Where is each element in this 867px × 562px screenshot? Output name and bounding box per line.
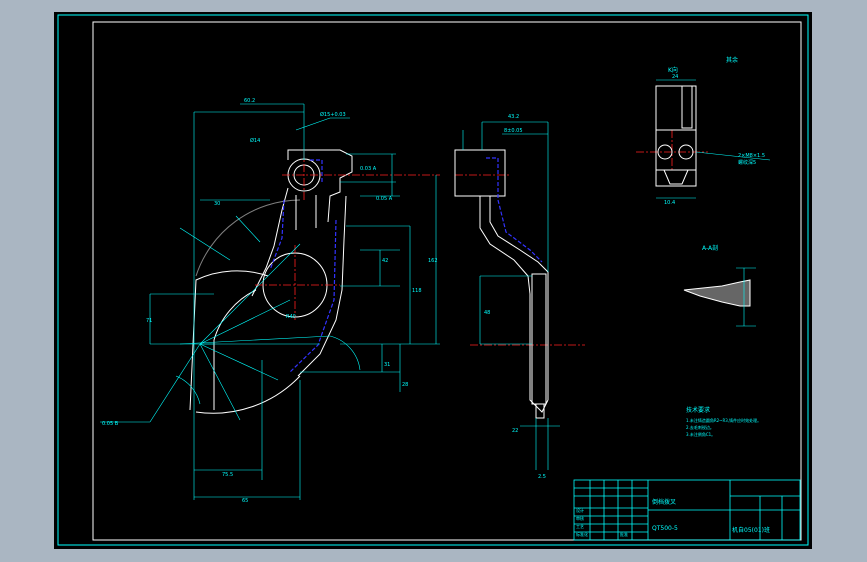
k-view-stem: [681, 85, 693, 129]
fork-lower-arc: [195, 375, 301, 414]
dim-30: 30: [214, 201, 220, 207]
dim-k-24: 24: [672, 74, 678, 80]
drawing-sheet: 倒档拨叉 QT500-5 机自05(01)班 设计 审核 工艺 标准化 批准 技…: [54, 12, 812, 549]
dim-side-2: 8±0.05: [504, 128, 523, 134]
dim-phi14: Ø14: [250, 137, 260, 144]
role-design: 设计: [576, 507, 584, 513]
fork-upper-arc: [195, 199, 301, 277]
dim-75-5: 75.5: [222, 472, 233, 478]
drawing-number: 机自05(01)班: [732, 526, 770, 534]
k-view-label: K向: [668, 66, 678, 74]
tech-requirements-heading: 技术要求: [686, 406, 710, 414]
role-standard: 标准化: [576, 531, 588, 537]
dim-162: 162: [428, 258, 438, 264]
dim-71: 71: [146, 318, 152, 324]
dimension-lines: [100, 103, 440, 500]
tol-pos: 0.05 A: [376, 196, 393, 202]
dim-side-22: 22: [512, 428, 518, 434]
dim-k-width: 10.4: [664, 200, 675, 206]
dim-k-note2: 螺纹深5: [738, 159, 756, 166]
role-process: 工艺: [576, 524, 584, 529]
side-arm-right: [489, 196, 549, 400]
section-view-label: A-A剖: [702, 244, 718, 252]
dim-k-note: 2×M8×1.5: [738, 153, 765, 159]
role-review: 审核: [576, 515, 584, 521]
section-profile: [683, 279, 751, 307]
side-view: [454, 149, 549, 419]
dim-31: 31: [384, 362, 390, 368]
k-view-dims: [656, 79, 771, 199]
dim-side-2b: 2.5: [538, 474, 546, 480]
material: QT500-5: [652, 525, 678, 532]
side-fork-web: [531, 273, 547, 405]
tech-req-1: 1.未注铸造圆角R2~R3,铸件应时效处理。: [686, 417, 761, 423]
side-dimension-lines: [462, 121, 560, 470]
front-view: [189, 149, 353, 414]
dim-28: 28: [402, 382, 408, 388]
arm-right-edge: [297, 195, 347, 377]
dim-ra: R40: [286, 314, 296, 320]
inner-border: [92, 21, 802, 541]
dim-65: 65: [242, 498, 248, 504]
dim-42: 42: [382, 258, 388, 264]
dim-118: 118: [412, 288, 422, 294]
side-arm-left: [479, 196, 549, 413]
dim-side-top: 43.2: [508, 114, 519, 120]
cad-drawing: 倒档拨叉 QT500-5 机自05(01)班 设计 审核 工艺 标准化 批准 技…: [57, 14, 809, 546]
part-name: 倒档拨叉: [652, 498, 676, 506]
fork-inner-arc: [213, 289, 257, 341]
tol-side: 0.05 B: [102, 421, 119, 427]
roughness-note: 其余: [726, 56, 738, 64]
k-view: [655, 85, 697, 187]
k-view-block: [655, 129, 697, 171]
tol-flat: 0.03 A: [360, 166, 377, 172]
section-view: [683, 267, 756, 327]
k-view-outline: [655, 85, 697, 187]
role-approve: 批准: [620, 531, 628, 537]
dim-top: 60.2: [244, 98, 255, 104]
tech-req-2: 2.去毛刺锐边。: [686, 424, 714, 430]
k-view-bottom: [663, 169, 689, 185]
fork-outer-edge: [189, 270, 269, 411]
tech-req-3: 3.未注倒角C1。: [686, 431, 715, 437]
center-lines: [255, 130, 708, 346]
dim-48: 48: [484, 310, 490, 316]
dim-phi-top: Ø15+0.03: [320, 111, 346, 118]
